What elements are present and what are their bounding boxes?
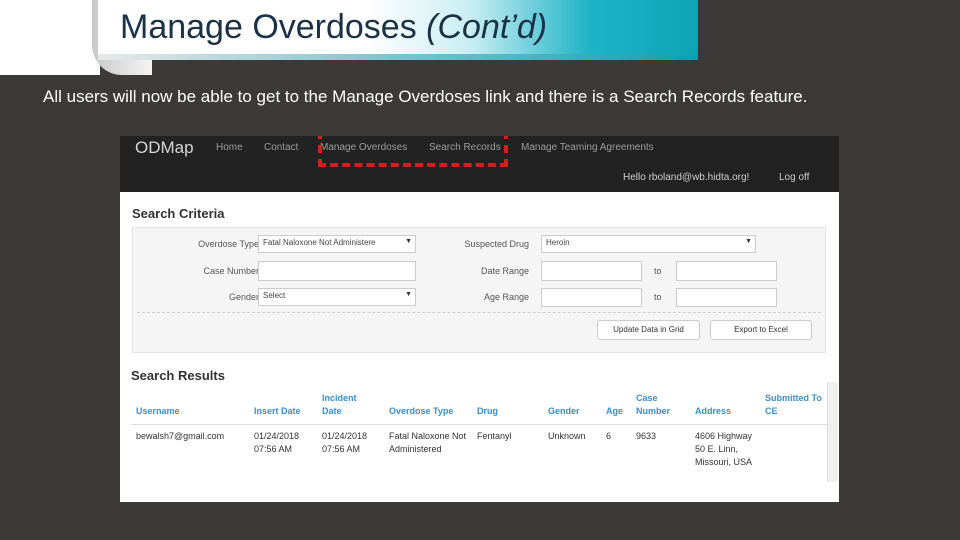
slide-title-italic: (Cont’d)	[426, 8, 548, 46]
nav-home[interactable]: Home	[216, 142, 243, 153]
slide-title-main: Manage Overdoses	[120, 8, 427, 46]
chevron-down-icon: ▼	[745, 238, 752, 245]
age-range-end-input[interactable]	[676, 288, 777, 307]
logoff-link[interactable]: Log off	[779, 172, 809, 183]
brand-logo[interactable]: ODMap	[135, 138, 194, 158]
gender-label: Gender	[228, 292, 259, 302]
search-criteria-panel: Overdose Type Fatal Naloxone Not Adminis…	[132, 227, 826, 353]
chevron-down-icon: ▼	[405, 238, 412, 245]
column-header-case-number[interactable]: Case Number	[636, 392, 684, 418]
column-header-overdose-type[interactable]: Overdose Type	[389, 405, 453, 418]
column-header-age[interactable]: Age	[606, 405, 623, 418]
date-range-label: Date Range	[480, 266, 529, 276]
search-criteria-heading: Search Criteria	[132, 206, 225, 221]
suspected-drug-label: Suspected Drug	[464, 239, 529, 249]
cell-address: 4606 Highway 50 E. Linn, Missouri, USA	[695, 431, 753, 467]
user-greeting[interactable]: Hello rboland@wb.hidta.org!	[623, 172, 749, 183]
nav-manage-teaming-agreements[interactable]: Manage Teaming Agreements	[521, 142, 654, 153]
column-header-gender[interactable]: Gender	[548, 405, 580, 418]
suspected-drug-select[interactable]: Heroin ▼	[541, 235, 756, 253]
banner-underline	[98, 54, 698, 60]
column-header-incident-date[interactable]: Incident Date	[322, 392, 374, 418]
highlight-box	[318, 136, 508, 167]
gender-value: Select	[263, 291, 286, 300]
case-number-input[interactable]	[258, 261, 416, 281]
cell-overdose-type: Fatal Naloxone Not Administered	[389, 431, 467, 454]
cell-case-number: 9633	[636, 431, 657, 441]
cell-insert-date: 01/24/2018 07:56 AM	[254, 431, 300, 454]
overdose-type-label: Overdose Type	[198, 239, 259, 249]
column-header-insert-date[interactable]: Insert Date	[254, 405, 301, 418]
cell-gender: Unknown	[548, 431, 586, 441]
cell-username: bewalsh7@gmail.com	[136, 431, 225, 441]
date-range-start-input[interactable]	[541, 261, 642, 281]
criteria-divider	[137, 312, 821, 313]
case-number-label: Case Number	[203, 266, 259, 276]
column-header-address[interactable]: Address	[695, 405, 731, 418]
age-range-start-input[interactable]	[541, 288, 642, 307]
nav-contact[interactable]: Contact	[264, 142, 298, 153]
age-range-label: Age Range	[483, 292, 529, 302]
column-header-drug[interactable]: Drug	[477, 405, 498, 418]
update-data-button[interactable]: Update Data in Grid	[597, 320, 700, 340]
chevron-down-icon: ▼	[405, 291, 412, 298]
corner-decoration	[0, 0, 100, 75]
overdose-type-value: Fatal Naloxone Not Administere	[263, 238, 376, 247]
results-scrollbar[interactable]	[827, 382, 838, 482]
cell-age: 6	[606, 431, 612, 441]
export-excel-button[interactable]: Export to Excel	[710, 320, 812, 340]
overdose-type-select[interactable]: Fatal Naloxone Not Administere ▼	[258, 235, 416, 253]
slide-title: Manage Overdoses (Cont’d)	[120, 8, 547, 47]
gender-select[interactable]: Select ▼	[258, 288, 416, 306]
column-header-submitted[interactable]: Submitted To CE	[765, 392, 827, 418]
age-range-to-label: to	[654, 292, 662, 302]
column-header-username[interactable]: Username	[136, 405, 180, 418]
table-header-divider	[131, 424, 827, 425]
date-range-to-label: to	[654, 266, 662, 276]
suspected-drug-value: Heroin	[546, 238, 570, 247]
app-window: ODMap Home Contact Manage Overdoses Sear…	[120, 136, 839, 502]
top-navbar: ODMap Home Contact Manage Overdoses Sear…	[120, 136, 839, 192]
slide-subtitle: All users will now be able to get to the…	[43, 87, 808, 106]
cell-drug: Fentanyl	[477, 431, 512, 441]
date-range-end-input[interactable]	[676, 261, 777, 281]
cell-incident-date: 01/24/2018 07:56 AM	[322, 431, 368, 454]
search-results-heading: Search Results	[131, 368, 225, 383]
